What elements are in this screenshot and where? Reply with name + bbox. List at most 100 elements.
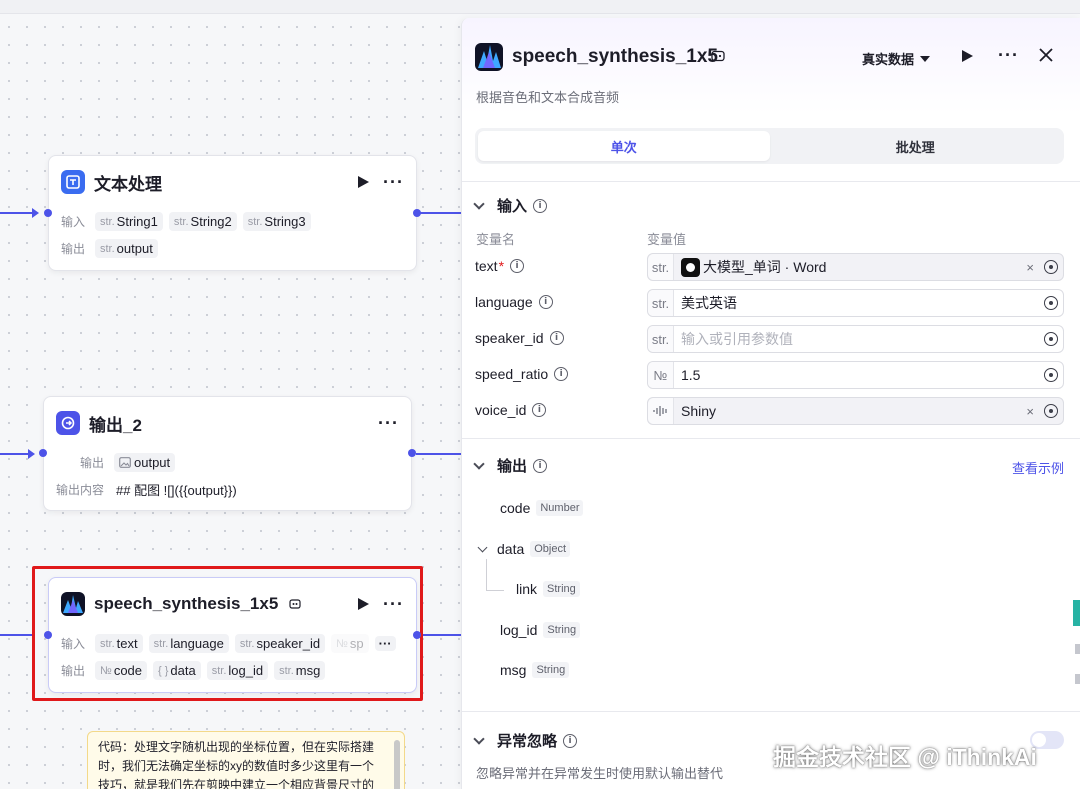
outputs-label: 输出	[80, 456, 105, 470]
input-tag: str. String3	[242, 212, 311, 231]
edge-in-speech-node	[0, 634, 34, 636]
param-name-text: text * i	[475, 258, 525, 274]
output-node-icon	[56, 411, 80, 435]
run-node-icon[interactable]	[358, 598, 370, 610]
more-icon[interactable]: ···	[383, 595, 404, 613]
node-title: speech_synthesis_1x5	[94, 594, 358, 614]
output-port[interactable]	[413, 631, 421, 639]
node-title: 文本处理	[94, 174, 162, 194]
column-header-value: 变量值	[647, 232, 687, 247]
input-section-header[interactable]: 输入 i	[473, 195, 548, 216]
view-example-link[interactable]: 查看示例	[1012, 458, 1064, 477]
comment-line: 代码：处理文字随机出现的坐标位置，但在实际搭建	[98, 740, 375, 754]
divider	[462, 181, 1080, 182]
output-field-msg: msg String	[500, 662, 570, 678]
more-icon[interactable]: ···	[998, 45, 1019, 66]
exception-description: 忽略异常并在异常发生时使用默认输出替代	[476, 766, 724, 781]
waveform-icon	[648, 398, 674, 424]
more-icon[interactable]: ···	[383, 173, 404, 191]
inputs-label: 输入	[61, 215, 86, 229]
output-section-header[interactable]: 输出 i	[473, 455, 548, 476]
param-input-language[interactable]: str. 美式英语	[647, 289, 1064, 317]
chevron-down-icon	[473, 732, 485, 745]
param-input-speaker-id[interactable]: str. 输入或引用参数值	[647, 325, 1064, 353]
reference-picker-icon[interactable]	[1044, 260, 1058, 274]
edge-arrow	[28, 449, 35, 459]
watermark-text: 掘金技术社区 @ iThinkAi	[773, 744, 1037, 770]
output-port[interactable]	[413, 209, 421, 217]
reference-picker-icon[interactable]	[1044, 296, 1058, 310]
info-icon[interactable]: i	[510, 259, 525, 273]
reference-value: 大模型_单词 · Word	[703, 259, 827, 275]
param-input-text[interactable]: str. 大模型_单词 · Word ×	[647, 253, 1064, 281]
node-speech-synthesis[interactable]: speech_synthesis_1x5 ··· 输入 str. text str…	[48, 577, 417, 693]
input-tag: str. String1	[95, 212, 163, 231]
divider	[462, 711, 1080, 712]
run-node-icon[interactable]	[358, 176, 370, 188]
output-tag: str. msg	[274, 661, 326, 680]
info-icon[interactable]: i	[533, 458, 548, 473]
divider	[462, 438, 1080, 439]
outputs-label: 输出	[61, 242, 86, 256]
info-icon[interactable]: i	[563, 733, 578, 748]
inputs-label: 输入	[61, 637, 86, 651]
reference-picker-icon[interactable]	[1044, 368, 1058, 382]
edge-in-text-node	[0, 212, 34, 214]
more-inputs-icon[interactable]: ···	[374, 636, 396, 651]
comment-line: 时，我们无法确定坐标的xy的数值时多少这里有一个	[98, 759, 375, 773]
edge-out-output-node	[416, 453, 461, 455]
run-test-icon[interactable]	[962, 50, 973, 62]
text-node-icon	[61, 170, 85, 194]
close-icon[interactable]	[1038, 47, 1054, 63]
clear-icon[interactable]: ×	[1026, 404, 1034, 419]
edge-in-output-node	[0, 453, 30, 455]
reference-picker-icon[interactable]	[1044, 404, 1058, 418]
input-placeholder: 输入或引用参数值	[681, 331, 793, 347]
panel-title[interactable]: speech_synthesis_1x5	[512, 46, 718, 68]
output-field-log-id: log_id String	[500, 622, 581, 638]
node-text-processing[interactable]: 文本处理 ··· 输入 str. String1 str. String2 str.…	[48, 155, 417, 271]
input-value: 1.5	[681, 367, 701, 383]
input-value: Shiny	[681, 403, 717, 419]
input-tag: str. speaker_id	[234, 634, 326, 653]
input-port[interactable]	[44, 209, 52, 217]
output-field-link: link String	[516, 581, 580, 597]
output-field-data[interactable]: data Object	[477, 541, 571, 557]
info-icon[interactable]: i	[533, 198, 548, 213]
data-mode-dropdown[interactable]: 真实数据	[862, 49, 931, 68]
column-header-name: 变量名	[476, 232, 516, 247]
output-tag: output	[114, 453, 176, 472]
tab-single[interactable]: 单次	[478, 131, 770, 161]
info-icon[interactable]: i	[538, 295, 553, 309]
comment-scrollbar[interactable]	[394, 740, 400, 789]
more-icon[interactable]: ···	[378, 414, 399, 432]
clear-icon[interactable]: ×	[1026, 260, 1034, 275]
param-name-voice-id: voice_id i	[475, 402, 547, 418]
caret-down-icon	[920, 55, 931, 62]
required-mark: *	[498, 258, 505, 274]
param-input-voice-id[interactable]: Shiny ×	[647, 397, 1064, 425]
node-title: 输出_2	[89, 415, 142, 435]
edge-arrow	[32, 208, 39, 218]
exception-section-header[interactable]: 异常忽略 i	[473, 730, 578, 751]
edge-out-speech-node	[421, 634, 461, 636]
param-input-speed-ratio[interactable]: № 1.5	[647, 361, 1064, 389]
llm-node-icon	[681, 257, 700, 277]
input-port[interactable]	[44, 631, 52, 639]
speech-plugin-icon	[475, 43, 503, 71]
info-icon[interactable]: i	[549, 331, 564, 345]
tab-batch[interactable]: 批处理	[770, 131, 1062, 161]
type-prefix: str.	[648, 254, 674, 280]
node-detail-panel: speech_synthesis_1x5 根据音色和文本合成音频 真实数据 ··…	[461, 18, 1080, 789]
edge-out-text-node	[420, 212, 461, 214]
node-output-2[interactable]: 输出_2 ··· 输出 output 输出内容 ## 配图 ![]({{outp…	[43, 396, 412, 511]
tree-line	[486, 559, 487, 591]
comment-note[interactable]: 代码：处理文字随机出现的坐标位置，但在实际搭建 时，我们无法确定坐标的xy的数值…	[87, 731, 405, 789]
info-icon[interactable]: i	[554, 367, 569, 381]
output-port[interactable]	[408, 449, 416, 457]
reference-picker-icon[interactable]	[1044, 332, 1058, 346]
content-value: ## 配图 ![]({{output}})	[116, 483, 237, 498]
info-icon[interactable]: i	[532, 403, 547, 417]
type-prefix: str.	[648, 326, 674, 352]
input-port[interactable]	[39, 449, 47, 457]
